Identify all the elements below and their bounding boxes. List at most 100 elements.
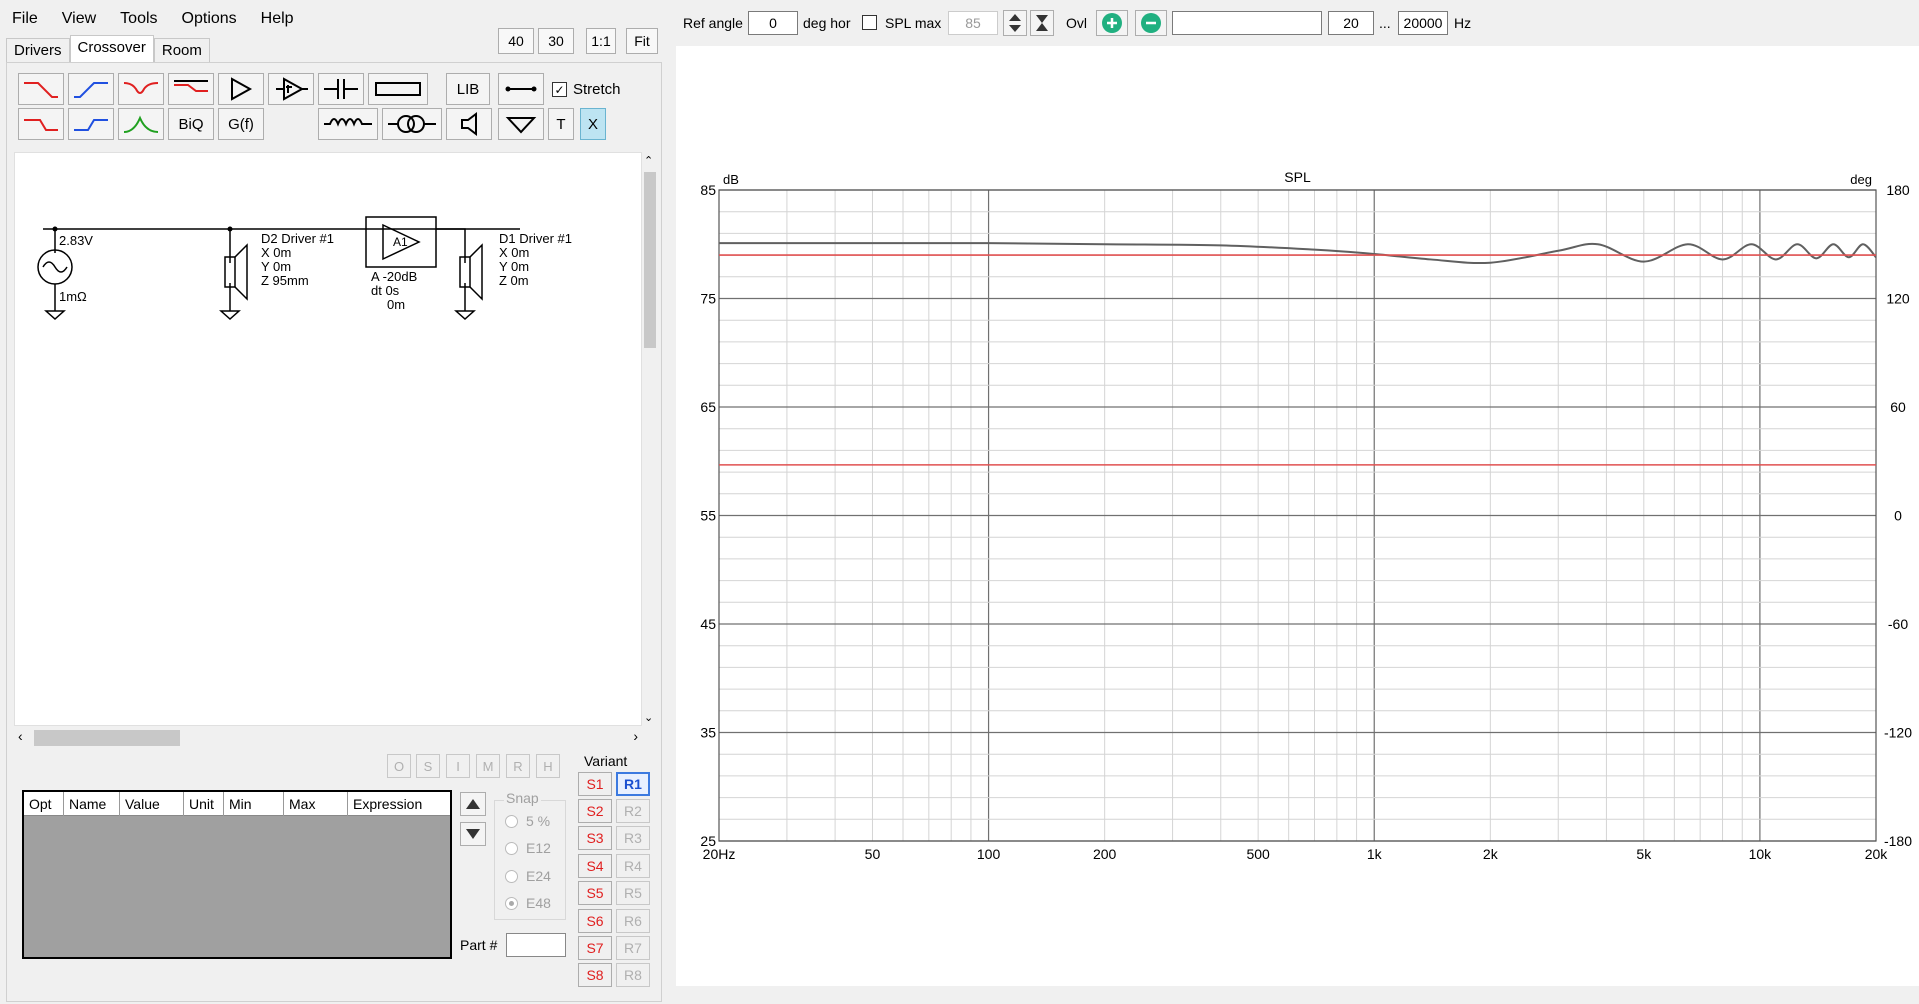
scroll-up-icon[interactable]: ⌃: [644, 154, 653, 167]
zoom-1to1-button[interactable]: 1:1: [586, 28, 616, 54]
biquad-button[interactable]: BiQ: [168, 108, 214, 140]
variant-s3-button[interactable]: S3: [578, 826, 612, 850]
overlay-name-input[interactable]: [1172, 11, 1322, 35]
capacitor-icon: [324, 79, 358, 99]
y2-tick-label: -180: [1884, 833, 1912, 849]
d1-x-label: X 0m: [499, 245, 530, 260]
tab-crossover[interactable]: Crossover: [69, 35, 154, 62]
y-axis-label-right: deg: [1850, 172, 1872, 187]
highpass-filter-button[interactable]: [68, 73, 114, 105]
zoom-30-button[interactable]: 30: [538, 28, 574, 54]
spl-max-input[interactable]: 85: [948, 11, 998, 35]
freq-min-input[interactable]: 20: [1328, 11, 1374, 35]
resistor-button[interactable]: [368, 73, 428, 105]
y-tick-label: 35: [700, 725, 716, 741]
spl-chart[interactable]: 20Hz 50 100 200 500 1k 2k 5k 10k 20k8575655545352…: [676, 46, 1919, 986]
menu-help[interactable]: Help: [249, 0, 306, 38]
tab-room[interactable]: Room: [153, 38, 210, 62]
menu-options[interactable]: Options: [170, 0, 249, 38]
buffer-icon: [276, 77, 308, 101]
triangle-up-icon: [466, 799, 480, 809]
delete-button[interactable]: X: [580, 108, 606, 140]
opt-s-button[interactable]: S: [416, 754, 440, 778]
scroll-right-icon[interactable]: ›: [633, 728, 638, 744]
inductor-button[interactable]: [318, 108, 378, 140]
spl-max-checkbox[interactable]: [862, 15, 877, 30]
variant-r1-button[interactable]: R1: [616, 772, 650, 796]
variant-r3-button[interactable]: R3: [616, 826, 650, 850]
variant-r2-button[interactable]: R2: [616, 799, 650, 823]
zoom-fit-button[interactable]: Fit: [626, 28, 658, 54]
spl-max-spinner[interactable]: [1003, 10, 1027, 36]
schematic-canvas[interactable]: 2.83V 1mΩ D2 Driver #1 X 0m Y 0m Z 95mm …: [14, 152, 642, 726]
snap-e48-radio[interactable]: [505, 897, 518, 910]
wire-button[interactable]: [498, 73, 544, 105]
variant-s2-button[interactable]: S2: [578, 799, 612, 823]
snap-e12-radio[interactable]: [505, 842, 518, 855]
opt-m-button[interactable]: M: [476, 754, 500, 778]
variant-r5-button[interactable]: R5: [616, 881, 650, 905]
ground-button[interactable]: [498, 108, 544, 140]
variant-s4-button[interactable]: S4: [578, 854, 612, 878]
variant-r4-button[interactable]: R4: [616, 854, 650, 878]
bandpass-filter-button[interactable]: [118, 108, 164, 140]
menu-view[interactable]: View: [50, 0, 108, 38]
opt-i-button[interactable]: I: [446, 754, 470, 778]
notch-filter-button[interactable]: [118, 73, 164, 105]
hz-label: Hz: [1454, 15, 1472, 31]
transfer-function-button[interactable]: G(f): [218, 108, 264, 140]
menu-tools[interactable]: Tools: [108, 0, 169, 38]
shelf-filter-button[interactable]: [168, 73, 214, 105]
move-up-button[interactable]: [460, 792, 486, 816]
stretch-option[interactable]: ✓ Stretch: [552, 81, 621, 98]
schematic-horizontal-scrollbar[interactable]: ‹ ›: [14, 726, 642, 750]
ref-angle-input[interactable]: 0: [748, 11, 798, 35]
scroll-down-icon[interactable]: ⌄: [644, 711, 653, 724]
variant-s7-button[interactable]: S7: [578, 936, 612, 960]
amp-gain-label: A -20dB: [371, 269, 418, 284]
col-expression: Expression: [353, 796, 423, 812]
opt-h-button[interactable]: H: [536, 754, 560, 778]
text-button[interactable]: T: [548, 108, 574, 140]
vertical-scroll-thumb[interactable]: [644, 172, 656, 348]
zoom-40-button[interactable]: 40: [498, 28, 534, 54]
schematic-vertical-scrollbar[interactable]: ⌃ ⌄: [642, 152, 658, 726]
part-number-input[interactable]: [506, 933, 566, 957]
scroll-left-icon[interactable]: ‹: [18, 728, 23, 744]
horizontal-scroll-thumb[interactable]: [34, 730, 180, 746]
variant-s6-button[interactable]: S6: [578, 909, 612, 933]
freq-max-input[interactable]: 20000: [1398, 11, 1448, 35]
stretch-checkbox[interactable]: ✓: [552, 82, 567, 97]
opt-o-button[interactable]: O: [387, 754, 411, 778]
snap-e48-label: E48: [526, 895, 551, 911]
lowpass-2-filter-button[interactable]: [18, 108, 64, 140]
lib-button[interactable]: LIB: [446, 73, 490, 105]
lowpass-filter-button[interactable]: [18, 73, 64, 105]
capacitor-button[interactable]: [318, 73, 364, 105]
amplifier-button[interactable]: [218, 73, 264, 105]
driver-button[interactable]: [446, 108, 492, 140]
menu-file[interactable]: File: [0, 0, 50, 38]
snap-e24-radio[interactable]: [505, 870, 518, 883]
snap-5pct-radio[interactable]: [505, 815, 518, 828]
add-overlay-button[interactable]: [1096, 10, 1128, 36]
variant-s1-button[interactable]: S1: [578, 772, 612, 796]
highpass-2-filter-button[interactable]: [68, 108, 114, 140]
spl-max-auto-button[interactable]: [1030, 10, 1054, 36]
transformer-button[interactable]: [382, 108, 442, 140]
remove-overlay-button[interactable]: [1135, 10, 1167, 36]
parameter-table[interactable]: Opt Name Value Unit Min Max Expression: [22, 790, 452, 959]
buffer-button[interactable]: [268, 73, 314, 105]
variant-s5-button[interactable]: S5: [578, 881, 612, 905]
variant-r7-button[interactable]: R7: [616, 936, 650, 960]
variant-s8-button[interactable]: S8: [578, 963, 612, 987]
variant-r6-button[interactable]: R6: [616, 909, 650, 933]
x-tick-label: 5k: [1636, 846, 1652, 862]
y2-tick-label: 60: [1890, 399, 1906, 415]
y-axis-label-left: dB: [723, 172, 739, 187]
variant-r8-button[interactable]: R8: [616, 963, 650, 987]
move-down-button[interactable]: [460, 822, 486, 846]
x-tick-label: 1k: [1367, 846, 1383, 862]
opt-r-button[interactable]: R: [506, 754, 530, 778]
tab-drivers[interactable]: Drivers: [6, 38, 70, 62]
